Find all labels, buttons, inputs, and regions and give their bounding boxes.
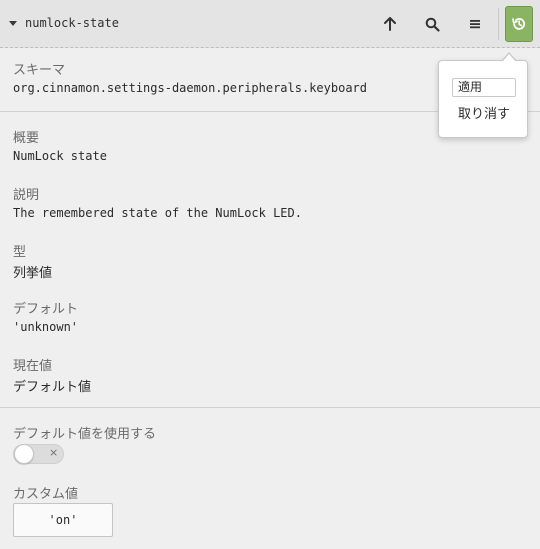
go-up-button[interactable] (374, 8, 406, 40)
header-bar: numlock-state (0, 0, 540, 48)
current-value-label: 現在値 (13, 359, 53, 374)
menu-button[interactable] (459, 8, 491, 40)
caret-down-icon (9, 20, 17, 26)
undo-button[interactable]: 取り消す (458, 103, 510, 122)
divider (0, 407, 540, 408)
schema-value: org.cinnamon.settings-daemon.peripherals… (13, 81, 368, 95)
summary-value: NumLock state (13, 149, 107, 163)
search-button[interactable] (416, 8, 448, 40)
apply-button[interactable]: 適用 (452, 78, 516, 97)
type-value: 列挙値 (13, 266, 53, 281)
current-value: デフォルト値 (13, 380, 92, 395)
key-title: numlock-state (25, 16, 119, 30)
description-value: The remembered state of the NumLock LED. (13, 206, 302, 220)
custom-value-text: 'on' (48, 513, 78, 527)
default-value: 'unknown' (13, 320, 79, 334)
hamburger-menu-icon (470, 20, 480, 29)
history-icon (512, 18, 526, 30)
toggle-knob (14, 444, 34, 464)
arrow-up-icon (384, 17, 396, 31)
history-button[interactable] (505, 6, 533, 42)
schema-label: スキーマ (13, 63, 66, 78)
history-popover: 適用 取り消す (438, 52, 528, 138)
custom-value-label: カスタム値 (13, 487, 79, 502)
use-default-label: デフォルト値を使用する (13, 427, 157, 442)
toggle-off-icon: × (49, 446, 59, 459)
search-icon (425, 17, 440, 32)
description-label: 説明 (13, 188, 40, 203)
type-label: 型 (13, 245, 27, 260)
custom-value-input[interactable]: 'on' (13, 503, 113, 537)
key-title-dropdown[interactable]: numlock-state (9, 14, 119, 32)
default-label: デフォルト (13, 302, 79, 317)
summary-label: 概要 (13, 131, 40, 146)
header-separator (498, 8, 499, 40)
use-default-toggle[interactable]: × (13, 444, 64, 464)
